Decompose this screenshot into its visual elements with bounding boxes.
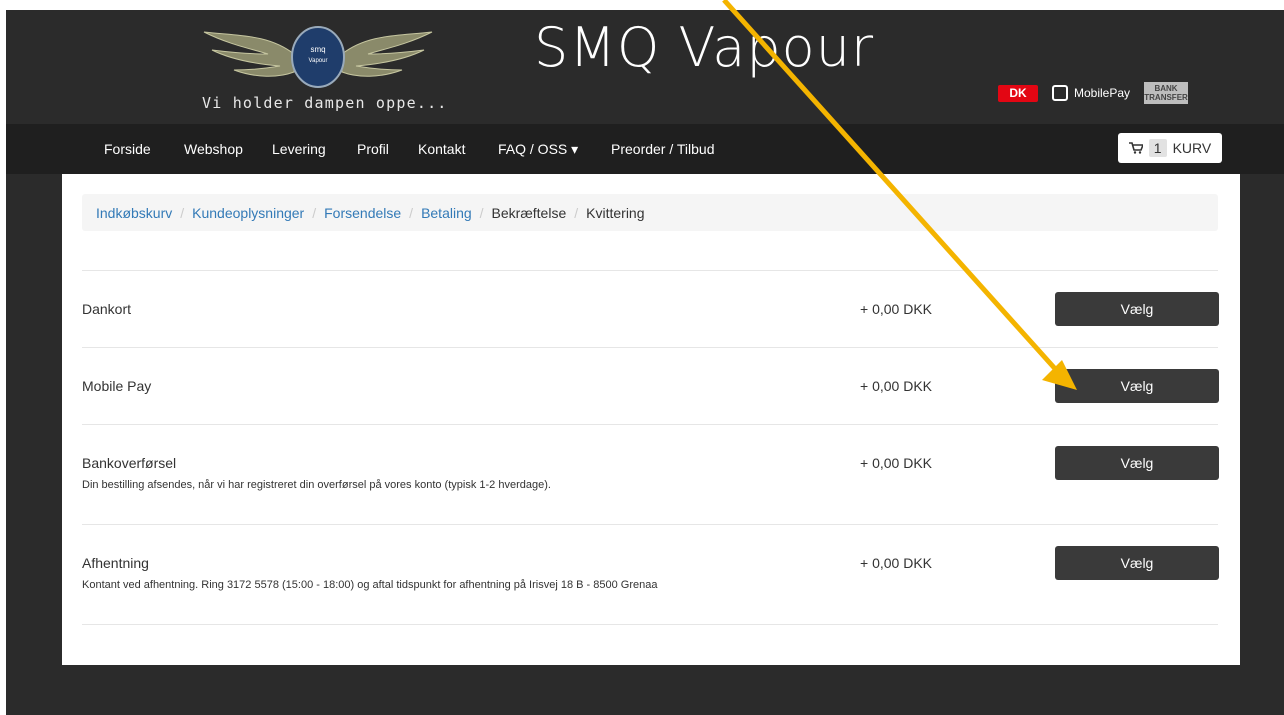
nav-item-faq[interactable]: FAQ / OSS ▾ bbox=[498, 141, 578, 158]
select-bankoverforsel-button[interactable]: Vælg bbox=[1055, 446, 1219, 480]
nav-item-kontakt[interactable]: Kontakt bbox=[418, 141, 465, 157]
breadcrumb: Indkøbskurv / Kundeoplysninger / Forsend… bbox=[82, 194, 1218, 231]
cart-icon bbox=[1128, 142, 1143, 154]
nav-item-webshop[interactable]: Webshop bbox=[184, 141, 243, 157]
payment-name-afhentning: Afhentning bbox=[82, 555, 149, 571]
payment-price-dankort: + 0,00 DKK bbox=[860, 301, 932, 317]
breadcrumb-kvittering: Kvittering bbox=[586, 204, 645, 221]
divider bbox=[82, 424, 1218, 425]
breadcrumb-indkobskurv[interactable]: Indkøbskurv bbox=[96, 205, 172, 221]
select-dankort-button[interactable]: Vælg bbox=[1055, 292, 1219, 326]
divider bbox=[82, 347, 1218, 348]
nav-item-profil[interactable]: Profil bbox=[357, 141, 389, 157]
select-mobilepay-button[interactable]: Vælg bbox=[1055, 369, 1219, 403]
site-tagline: Vi holder dampen oppe... bbox=[202, 94, 448, 112]
site-title[interactable]: SMQ Vapour bbox=[534, 16, 874, 79]
breadcrumb-separator: / bbox=[479, 204, 484, 221]
main-nav: Forside Webshop Levering Profil Kontakt … bbox=[6, 124, 1284, 174]
breadcrumb-kundeoplysninger[interactable]: Kundeoplysninger bbox=[192, 205, 304, 221]
bank-logo-line1: BANK bbox=[1154, 84, 1178, 93]
divider bbox=[82, 270, 1218, 271]
breadcrumb-forsendelse[interactable]: Forsendelse bbox=[324, 205, 401, 221]
checkout-panel: Indkøbskurv / Kundeoplysninger / Forsend… bbox=[62, 174, 1240, 665]
page-frame: smq Vapour Vi holder dampen oppe... SMQ … bbox=[6, 10, 1284, 715]
wings-logo-icon[interactable]: smq Vapour bbox=[198, 24, 438, 90]
payment-desc-afhentning: Kontant ved afhentning. Ring 3172 5578 (… bbox=[82, 579, 658, 591]
divider bbox=[82, 624, 1218, 625]
payment-name-mobilepay: Mobile Pay bbox=[82, 378, 152, 394]
breadcrumb-separator: / bbox=[409, 204, 414, 221]
dankort-logo: DK bbox=[998, 84, 1038, 102]
mobilepay-label: MobilePay bbox=[1074, 86, 1131, 100]
payment-price-bankoverforsel: + 0,00 DKK bbox=[860, 455, 932, 471]
select-afhentning-button[interactable]: Vælg bbox=[1055, 546, 1219, 580]
nav-item-levering[interactable]: Levering bbox=[272, 141, 326, 157]
payment-logos: DK MobilePay BANK TRANSFER bbox=[998, 82, 1189, 104]
bank-transfer-logo: BANK TRANSFER bbox=[1144, 82, 1189, 104]
mobilepay-icon bbox=[1052, 85, 1068, 101]
nav-item-forside[interactable]: Forside bbox=[104, 141, 151, 157]
bank-logo-line2: TRANSFER bbox=[1144, 93, 1188, 102]
cart-count: 1 bbox=[1148, 139, 1167, 157]
breadcrumb-bekraeftelse: Bekræftelse bbox=[491, 204, 567, 221]
nav-item-preorder[interactable]: Preorder / Tilbud bbox=[611, 141, 715, 157]
cart-button[interactable]: 1 KURV bbox=[1118, 133, 1222, 163]
payment-price-afhentning: + 0,00 DKK bbox=[860, 555, 932, 571]
breadcrumb-separator: / bbox=[180, 204, 185, 221]
breadcrumb-separator: / bbox=[312, 204, 317, 221]
logo-text-top: smq bbox=[310, 45, 325, 54]
logo-text-bottom: Vapour bbox=[309, 58, 328, 64]
breadcrumb-separator: / bbox=[574, 204, 579, 221]
cart-label: KURV bbox=[1172, 140, 1212, 156]
payment-price-mobilepay: + 0,00 DKK bbox=[860, 378, 932, 394]
payment-desc-bankoverforsel: Din bestilling afsendes, når vi har regi… bbox=[82, 479, 551, 491]
site-header: smq Vapour Vi holder dampen oppe... SMQ … bbox=[6, 10, 1284, 124]
mobilepay-logo: MobilePay bbox=[1052, 85, 1130, 101]
breadcrumb-betaling[interactable]: Betaling bbox=[421, 205, 472, 221]
payment-name-bankoverforsel: Bankoverførsel bbox=[82, 455, 177, 471]
payment-name-dankort: Dankort bbox=[82, 301, 132, 317]
divider bbox=[82, 524, 1218, 525]
